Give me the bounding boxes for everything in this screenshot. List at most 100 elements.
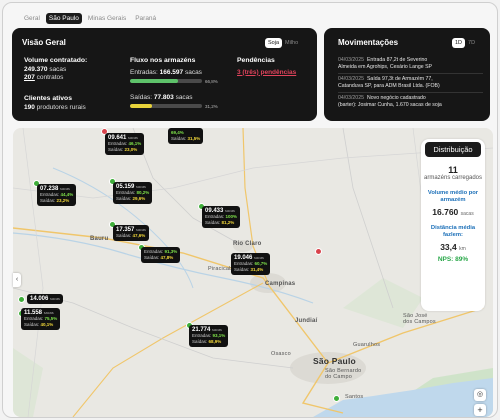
entries-stat: Entradas: 166.597 sacas — [130, 69, 202, 78]
movement-date: 04/03/2025 — [338, 57, 364, 63]
exits-label: Saídas: — [171, 136, 187, 141]
city-jundiai: Jundiaí — [295, 318, 318, 324]
volume-unit: sacas — [49, 65, 67, 73]
entries-pct: 69,4% — [171, 130, 184, 135]
app-frame: Geral São Paulo Minas Gerais Paraná Visã… — [2, 2, 498, 418]
movement-line2: Catanduva SP, para ADM Brasil Ltda. (FOB… — [338, 83, 440, 89]
pending-stat: Pendências 3 (três) pendências — [237, 57, 296, 77]
exits-label: Saídas: — [116, 233, 132, 238]
exits-bar-fill — [130, 104, 153, 108]
warehouse-unit: sacas — [43, 311, 54, 315]
movement-item[interactable]: 04/03/2025 Entrada 87,2t de Severino Alme… — [338, 57, 486, 71]
volume-label: Volume contratado: — [24, 57, 88, 64]
collapse-arrow-icon[interactable]: ‹ — [13, 273, 21, 287]
entries-label: Entradas: — [144, 249, 164, 254]
exits-label: Saídas: — [24, 322, 40, 327]
warehouse-card[interactable]: Entradas: 91,3% Saídas: 47,8% — [141, 247, 181, 263]
avg-distance-unit: km — [459, 246, 466, 252]
warehouse-volume: 14.006 — [30, 296, 49, 302]
volume-value: 249.370 — [24, 65, 48, 73]
warehouse-unit: sacas — [136, 185, 146, 189]
movements-panel: Movimentações 1D 7D 04/03/2025 Entrada 87… — [324, 28, 490, 121]
range-7d[interactable]: 7D — [465, 38, 478, 48]
tab-parana[interactable]: Paraná — [132, 13, 159, 24]
warehouse-card[interactable]: 11.558 sacas Entradas: 75,5% Saídas: 40,… — [21, 308, 61, 330]
movement-line2: (barter): Josimar Cunha, 1.670 sacas de … — [338, 102, 442, 108]
region-tabs: Geral São Paulo Minas Gerais Paraná — [21, 13, 159, 24]
overview-panel: Visão Geral Soja Milho Volume contratado… — [12, 28, 317, 121]
movement-item[interactable]: 04/03/2025 Novo negócio cadastrado (barte… — [338, 95, 486, 109]
movement-divider — [338, 92, 483, 93]
movement-date: 04/03/2025 — [338, 76, 364, 82]
exits-pct: 31,4% — [250, 267, 264, 272]
exits-stat: Saídas: 77.803 sacas — [130, 94, 193, 103]
entries-label: Entradas: — [130, 69, 158, 76]
warehouse-card[interactable]: 09.641 sacas Entradas: 46,1% Saídas: 23,… — [105, 133, 145, 155]
entries-label: Entradas: — [234, 261, 254, 266]
entries-pct: 46,1% — [128, 141, 142, 146]
warehouse-unit: sacas — [212, 328, 222, 332]
entries-pct: 80,2% — [136, 190, 150, 195]
entries-pct: 100% — [225, 214, 238, 219]
toggle-milho[interactable]: Milho — [282, 38, 301, 48]
entries-label: Entradas: — [40, 192, 60, 197]
city-rio-claro: Rio Claro — [233, 241, 262, 247]
clients-stat: Clientes ativos 190 produtores rurais — [24, 95, 86, 112]
exits-pct: 31,2% — [205, 104, 218, 109]
exits-label: Saídas: — [192, 339, 208, 344]
movement-divider — [338, 73, 483, 74]
warehouse-card[interactable]: 19.046 sacas Entradas: 60,7% Saídas: 31,… — [231, 253, 271, 275]
warehouse-card[interactable]: 05.159 sacas Entradas: 80,2% Saídas: 29,… — [113, 182, 153, 204]
warehouse-card[interactable]: 21.774 sacas Entradas: 93,1% Saídas: 68,… — [189, 325, 229, 347]
movement-line1: Novo negócio cadastrado — [366, 95, 426, 101]
movement-line1: Saída 97,3t de Armazém 77, — [366, 76, 433, 82]
warehouse-card[interactable]: 14.006 sacas — [27, 294, 63, 304]
city-guarulhos: Guarulhos — [353, 342, 381, 348]
contracts-unit: contratos — [36, 74, 64, 81]
entries-bar-fill — [130, 79, 179, 83]
warehouse-card[interactable]: 17.357 sacas Saídas: 47,6% — [113, 225, 149, 241]
city-sao-bernardo: São Bernardo do Campo — [325, 368, 362, 380]
movement-date: 04/03/2025 — [338, 95, 364, 101]
warehouse-unit: sacas — [50, 297, 60, 301]
movement-line2: Almeida em Agrohips, Cesário Lange SP — [338, 64, 433, 70]
entries-value: 166.597 — [159, 69, 184, 76]
exits-label: Saídas: — [130, 94, 153, 101]
warehouse-card[interactable]: 69,4% Saídas: 31,5% — [168, 128, 204, 144]
warehouse-marker-red[interactable] — [315, 248, 322, 255]
exits-pct: 29,6% — [132, 196, 146, 201]
warehouse-card[interactable]: 07.238 sacas Entradas: 44,4% Saídas: 23,… — [37, 184, 77, 206]
entries-pct: 93,1% — [212, 333, 226, 338]
nps-value: NPS: 89% — [437, 256, 469, 263]
flow-title-text: Fluxo nos armazéns — [130, 57, 196, 64]
movements-title: Movimentações — [338, 38, 399, 47]
exits-label: Saídas: — [144, 255, 160, 260]
location-button[interactable]: ◎ — [474, 389, 486, 401]
distribution-title[interactable]: Distribuição — [425, 142, 481, 157]
warehouse-marker-green[interactable] — [333, 395, 340, 402]
warehouse-card[interactable]: 09.433 sacas Entradas: 100% Saídas: 81,2… — [202, 206, 241, 228]
tab-sao-paulo[interactable]: São Paulo — [45, 13, 82, 24]
zoom-in-button[interactable]: + — [474, 404, 486, 416]
movement-item[interactable]: 04/03/2025 Saída 97,3t de Armazém 77, Cat… — [338, 76, 486, 90]
pending-title: Pendências — [237, 57, 275, 64]
warehouse-marker-green[interactable] — [18, 296, 25, 303]
warehouse-unit: sacas — [225, 209, 235, 213]
exits-pct: 81,2% — [221, 220, 235, 225]
movement-line1: Entrada 87,2t de Severino — [366, 57, 428, 63]
contracts-value: 207 — [24, 74, 35, 81]
exits-pct: 31,5% — [187, 136, 201, 141]
clients-value: 190 — [24, 103, 35, 111]
range-1d[interactable]: 1D — [452, 38, 466, 48]
tab-minas-gerais[interactable]: Minas Gerais — [85, 13, 129, 24]
entries-label: Entradas: — [205, 214, 225, 219]
exits-pct: 40,1% — [40, 322, 54, 327]
toggle-soja[interactable]: Soja — [265, 38, 283, 48]
city-sao-jose: São José dos Campos — [403, 313, 436, 325]
pending-link[interactable]: 3 (três) pendências — [237, 69, 296, 78]
tab-geral[interactable]: Geral — [21, 13, 43, 24]
exits-label: Saídas: — [40, 198, 56, 203]
volume-stat: Volume contratado: 249.370 sacas 207 con… — [24, 57, 87, 83]
exits-pct: 68,9% — [208, 339, 222, 344]
exits-pct: 23,0% — [124, 147, 138, 152]
